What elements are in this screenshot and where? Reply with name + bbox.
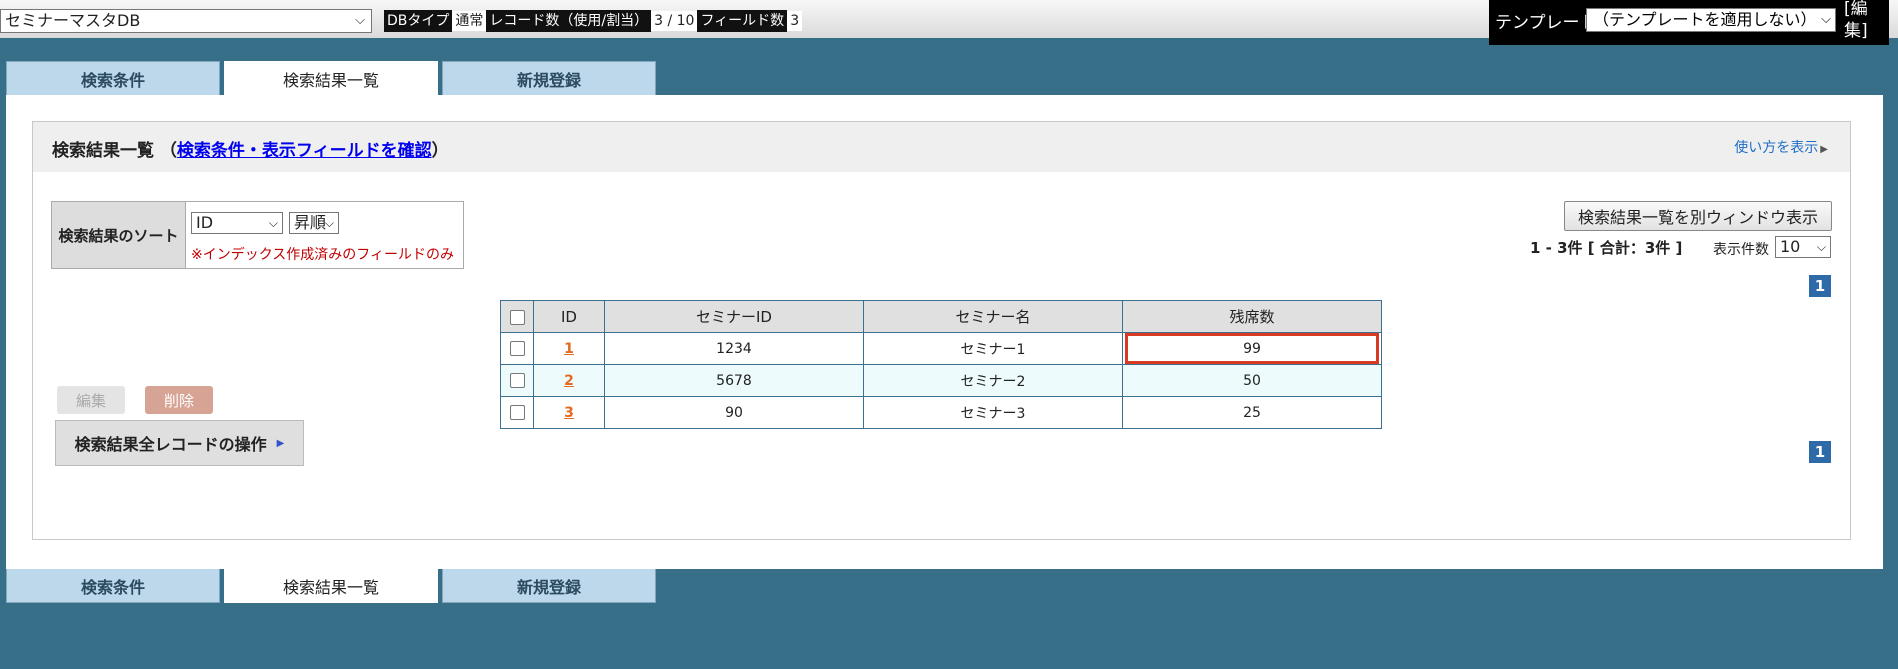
sort-controls: ID ⌵ 昇順 ⌵ ※インデックス作成済みのフィールドのみ	[186, 202, 463, 268]
all-records-actions-button[interactable]: 検索結果全レコードの操作 ▶	[55, 420, 304, 466]
table-row: 1 1234 セミナー1 99	[500, 332, 1382, 365]
select-all-checkbox[interactable]	[509, 309, 525, 325]
triangle-right-icon: ▶	[1820, 144, 1828, 155]
field-count-value: 3	[787, 11, 803, 31]
row-checkbox-cell	[500, 364, 534, 397]
sort-note: ※インデックス作成済みのフィールドのみ	[191, 247, 455, 263]
triangle-right-icon: ▶	[276, 437, 285, 449]
tab-new-record[interactable]: 新規登録	[442, 61, 656, 95]
table-header-row: ID セミナーID セミナー名 残席数	[500, 300, 1382, 333]
search-conditions-link[interactable]: 検索条件・表示フィールドを確認	[177, 141, 432, 161]
cell-seminar-name: セミナー2	[863, 364, 1123, 397]
cell-id: 2	[533, 364, 605, 397]
tab-new-record-bottom[interactable]: 新規登録	[442, 569, 656, 603]
show-help-link[interactable]: 使い方を表示 ▶	[1734, 137, 1828, 157]
results-panel-header: 検索結果一覧 （検索条件・表示フィールドを確認） 使い方を表示 ▶	[33, 122, 1850, 172]
db-type-value: 通常	[452, 11, 487, 31]
edit-button[interactable]: 編集	[57, 386, 125, 414]
sort-field-value: ID	[196, 213, 214, 232]
record-id-link[interactable]: 2	[564, 373, 574, 389]
chevron-down-icon: ⌵	[268, 216, 278, 230]
record-count-label: レコード数（使用/割当）	[486, 10, 652, 32]
cell-seminar-id: 90	[604, 396, 864, 429]
cell-seminar-id: 1234	[604, 332, 864, 365]
sort-box: 検索結果のソート ID ⌵ 昇順 ⌵ ※インデックス作成済みのフィールドのみ	[51, 201, 464, 269]
chevron-down-icon: ⌵	[355, 13, 365, 28]
title-paren-close: ）	[431, 141, 449, 161]
row-checkbox-cell	[500, 332, 534, 365]
chevron-down-icon: ⌵	[324, 216, 334, 230]
sort-order-select[interactable]: 昇順 ⌵	[289, 212, 339, 234]
cell-seminar-name: セミナー1	[863, 332, 1123, 365]
column-header-seminar-id[interactable]: セミナーID	[604, 300, 864, 333]
row-checkbox[interactable]	[509, 373, 525, 388]
cell-seats: 25	[1122, 396, 1382, 429]
select-all-cell	[500, 300, 534, 333]
template-selector[interactable]: （テンプレートを適用しない） ⌵	[1586, 8, 1836, 32]
cell-seats: 50	[1122, 364, 1382, 397]
sort-label: 検索結果のソート	[52, 202, 186, 268]
chevron-down-icon: ⌵	[1821, 12, 1831, 27]
per-page-label: 表示件数	[1713, 242, 1769, 258]
row-checkbox[interactable]	[509, 405, 525, 420]
column-header-seminar-name[interactable]: セミナー名	[863, 300, 1123, 333]
record-id-link[interactable]: 3	[564, 405, 574, 421]
sort-field-select[interactable]: ID ⌵	[191, 212, 283, 234]
sort-order-value: 昇順	[294, 213, 327, 232]
all-records-actions-label: 検索結果全レコードの操作	[74, 435, 267, 454]
db-selector-value: セミナーマスタDB	[5, 11, 141, 30]
tab-search-conditions-bottom[interactable]: 検索条件	[6, 569, 220, 603]
chevron-down-icon: ⌵	[1816, 240, 1826, 254]
tab-search-conditions[interactable]: 検索条件	[6, 61, 220, 95]
field-count-label: フィールド数	[697, 10, 788, 32]
pager-page-top[interactable]: 1	[1809, 275, 1831, 297]
page-title: 検索結果一覧 （検索条件・表示フィールドを確認）	[52, 136, 449, 161]
results-panel: 検索結果一覧 （検索条件・表示フィールドを確認） 使い方を表示 ▶ 検索結果のソー…	[32, 121, 1851, 540]
template-label: テンプレート	[1495, 13, 1597, 33]
record-id-link[interactable]: 1	[564, 341, 574, 357]
main-panel: 検索結果一覧 （検索条件・表示フィールドを確認） 使い方を表示 ▶ 検索結果のソー…	[6, 95, 1883, 569]
template-selector-value: （テンプレートを適用しない）	[1593, 10, 1817, 29]
table-row: 3 90 セミナー3 25	[500, 396, 1382, 429]
db-info: DBタイプ 通常 レコード数（使用/割当） 3 / 10 フィールド数 3	[384, 10, 803, 32]
column-header-seats[interactable]: 残席数	[1122, 300, 1382, 333]
results-table: ID セミナーID セミナー名 残席数 1 1234 セミナー1 99 2 56…	[500, 300, 1382, 429]
template-edit-link[interactable]: [編集]	[1844, 0, 1878, 42]
cell-seats-highlighted: 99	[1122, 332, 1382, 365]
column-header-id[interactable]: ID	[533, 300, 605, 333]
pager-page-bottom[interactable]: 1	[1809, 441, 1831, 463]
show-help-label: 使い方を表示	[1734, 140, 1819, 156]
cell-seminar-name: セミナー3	[863, 396, 1123, 429]
per-page-select[interactable]: 10 ⌵	[1775, 236, 1831, 258]
open-new-window-button[interactable]: 検索結果一覧を別ウィンドウ表示	[1564, 201, 1832, 231]
cell-id: 1	[533, 332, 605, 365]
cell-seminar-id: 5678	[604, 364, 864, 397]
delete-button[interactable]: 削除	[145, 386, 213, 414]
tab-bar-bottom: 検索条件 検索結果一覧 新規登録	[6, 569, 660, 603]
record-count-value: 3 / 10	[651, 11, 698, 31]
page-title-text: 検索結果一覧	[52, 141, 154, 161]
cell-id: 3	[533, 396, 605, 429]
result-count: 1 - 3件 [ 合計：3件 ]	[1530, 239, 1683, 257]
db-selector[interactable]: セミナーマスタDB ⌵	[0, 9, 372, 33]
row-checkbox[interactable]	[509, 341, 525, 356]
tab-search-results-bottom[interactable]: 検索結果一覧	[224, 569, 438, 603]
title-paren-open: （	[159, 141, 177, 161]
table-row: 2 5678 セミナー2 50	[500, 364, 1382, 397]
tab-bar-top: 検索条件 検索結果一覧 新規登録	[6, 61, 660, 95]
per-page-value: 10	[1780, 237, 1801, 256]
db-type-label: DBタイプ	[384, 10, 453, 32]
row-checkbox-cell	[500, 396, 534, 429]
tab-search-results[interactable]: 検索結果一覧	[224, 61, 438, 95]
template-bar: テンプレート （テンプレートを適用しない） ⌵ [編集]	[1489, 0, 1889, 45]
